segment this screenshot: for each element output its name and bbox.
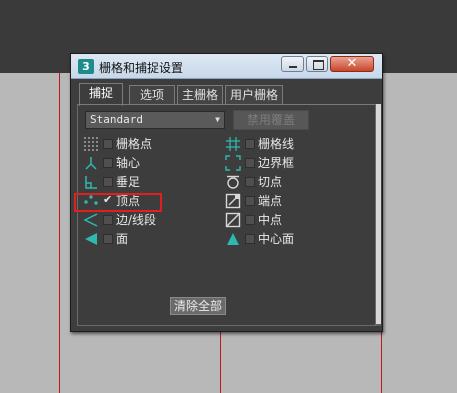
midpoint-checkbox[interactable] (245, 215, 255, 225)
perpendicular-icon (85, 176, 97, 189)
grid-points-label: 栅格点 (116, 137, 153, 151)
endpoint-label: 端点 (258, 194, 283, 208)
snap-preset-dropdown[interactable]: Standard ▼ (85, 111, 225, 129)
tab-user-grids[interactable]: 用户栅格 (225, 85, 283, 105)
snap-perpendicular[interactable]: 垂足 (83, 174, 203, 190)
center-face-checkbox[interactable] (245, 234, 255, 244)
vertex-highlight-annotation (74, 193, 162, 212)
face-checkbox[interactable] (103, 234, 113, 244)
snap-center-face[interactable]: 中心面 (225, 231, 345, 247)
face-label: 面 (116, 232, 129, 246)
snap-face[interactable]: 面 (83, 231, 203, 247)
midpoint-label: 中点 (258, 213, 283, 227)
close-button[interactable]: ✕ (330, 56, 374, 72)
edge-segment-icon (83, 213, 98, 227)
panel-scrollbar[interactable] (376, 104, 381, 326)
tangent-label: 切点 (258, 175, 283, 189)
pivot-icon (85, 157, 97, 170)
title-bar[interactable]: 3 栅格和捕捉设置 ✕ (71, 54, 382, 79)
edge-segment-checkbox[interactable] (103, 215, 113, 225)
bounding-box-icon (225, 155, 241, 171)
edge-segment-label: 边/线段 (116, 213, 157, 227)
viewport-grid-line (59, 73, 60, 393)
snap-grid-points[interactable]: 栅格点 (83, 136, 203, 152)
snap-pivot[interactable]: 轴心 (83, 155, 203, 171)
scrollbar-thumb[interactable] (376, 104, 381, 324)
app-3dsmax-icon: 3 (78, 59, 94, 74)
close-icon: ✕ (346, 56, 358, 71)
center-face-label: 中心面 (258, 232, 295, 246)
grid-lines-checkbox[interactable] (245, 139, 255, 149)
perpendicular-checkbox[interactable] (103, 177, 113, 187)
endpoint-checkbox[interactable] (245, 196, 255, 206)
midpoint-icon (225, 212, 241, 228)
dialog-title: 栅格和捕捉设置 (99, 61, 184, 75)
tangent-icon (227, 175, 239, 189)
snap-midpoint[interactable]: 中点 (225, 212, 345, 228)
snap-edge-segment[interactable]: 边/线段 (83, 212, 203, 228)
tab-snaps[interactable]: 捕捉 (79, 83, 123, 106)
tab-options[interactable]: 选项 (129, 85, 175, 105)
tab-home-grid[interactable]: 主栅格 (177, 85, 223, 105)
grid-lines-icon (226, 137, 240, 151)
grid-points-checkbox[interactable] (103, 139, 113, 149)
snap-bounding-box[interactable]: 边界框 (225, 155, 345, 171)
clear-all-button[interactable]: 清除全部 (170, 297, 226, 315)
snap-endpoint[interactable]: 端点 (225, 193, 345, 209)
override-off-button[interactable]: 禁用覆盖 (233, 110, 309, 130)
bounding-box-label: 边界框 (258, 156, 295, 170)
pivot-label: 轴心 (116, 156, 141, 170)
chevron-down-icon: ▼ (215, 115, 220, 124)
snap-tangent[interactable]: 切点 (225, 174, 345, 190)
minimize-button[interactable] (281, 56, 304, 72)
snap-preset-value: Standard (90, 113, 143, 126)
bounding-box-checkbox[interactable] (245, 158, 255, 168)
tangent-checkbox[interactable] (245, 177, 255, 187)
center-face-icon (227, 233, 239, 245)
maximize-button[interactable] (306, 56, 328, 72)
endpoint-icon (225, 193, 241, 209)
grid-lines-label: 栅格线 (258, 137, 295, 151)
pivot-checkbox[interactable] (103, 158, 113, 168)
perpendicular-label: 垂足 (116, 175, 141, 189)
grid-points-icon (84, 137, 98, 151)
snap-grid-lines[interactable]: 栅格线 (225, 136, 345, 152)
face-icon (85, 233, 97, 245)
